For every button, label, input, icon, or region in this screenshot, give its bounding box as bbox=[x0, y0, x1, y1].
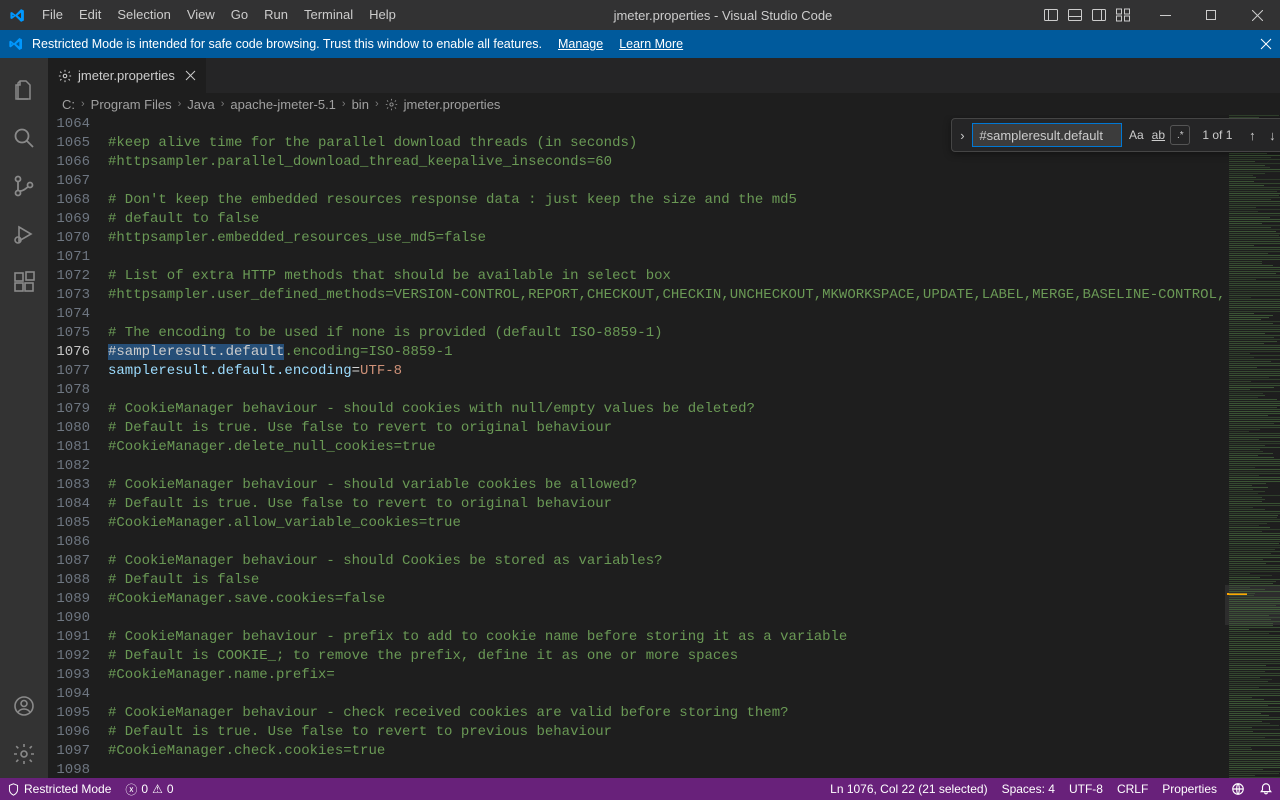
use-regex-icon[interactable]: .* bbox=[1170, 125, 1190, 145]
status-feedback-icon[interactable] bbox=[1224, 778, 1252, 800]
status-encoding[interactable]: UTF-8 bbox=[1062, 778, 1110, 800]
toggle-secondary-sidebar-icon[interactable] bbox=[1090, 6, 1108, 24]
find-widget: › Aa ab .* 1 of 1 ↑ ↓ ≡ bbox=[951, 118, 1280, 152]
status-eol[interactable]: CRLF bbox=[1110, 778, 1155, 800]
menubar: File Edit Selection View Go Run Terminal… bbox=[34, 0, 404, 30]
search-icon[interactable] bbox=[0, 114, 48, 162]
toggle-panel-icon[interactable] bbox=[1066, 6, 1084, 24]
vscode-icon bbox=[8, 36, 28, 52]
breadcrumbs[interactable]: C:› Program Files› Java› apache-jmeter-5… bbox=[48, 93, 1280, 115]
menu-view[interactable]: View bbox=[179, 0, 223, 30]
breadcrumb-part[interactable]: jmeter.properties bbox=[404, 97, 501, 112]
shield-icon bbox=[7, 783, 20, 796]
status-spaces[interactable]: Spaces: 4 bbox=[995, 778, 1062, 800]
extensions-icon[interactable] bbox=[0, 258, 48, 306]
find-results: 1 of 1 bbox=[1202, 128, 1232, 142]
code-editor[interactable]: #keep alive time for the parallel downlo… bbox=[108, 115, 1225, 778]
breadcrumb-part[interactable]: Program Files bbox=[91, 97, 172, 112]
status-restricted-mode[interactable]: Restricted Mode bbox=[0, 778, 118, 800]
menu-run[interactable]: Run bbox=[256, 0, 296, 30]
menu-help[interactable]: Help bbox=[361, 0, 404, 30]
customize-layout-icon[interactable] bbox=[1114, 6, 1132, 24]
menu-file[interactable]: File bbox=[34, 0, 71, 30]
editor-tabs: jmeter.properties ··· bbox=[48, 58, 1280, 93]
close-window-icon[interactable] bbox=[1234, 0, 1280, 30]
source-control-icon[interactable] bbox=[0, 162, 48, 210]
run-debug-icon[interactable] bbox=[0, 210, 48, 258]
match-case-icon[interactable]: Aa bbox=[1126, 125, 1146, 145]
minimap[interactable] bbox=[1225, 115, 1280, 778]
find-previous-icon[interactable]: ↑ bbox=[1242, 128, 1262, 143]
toggle-primary-sidebar-icon[interactable] bbox=[1042, 6, 1060, 24]
menu-selection[interactable]: Selection bbox=[109, 0, 178, 30]
status-problems[interactable]: ⓧ0 ⚠0 bbox=[118, 778, 180, 800]
warning-icon: ⚠ bbox=[152, 782, 163, 796]
find-next-icon[interactable]: ↓ bbox=[1262, 128, 1280, 143]
status-cursor[interactable]: Ln 1076, Col 22 (21 selected) bbox=[823, 778, 994, 800]
status-bell-icon[interactable] bbox=[1252, 778, 1280, 800]
window-title: jmeter.properties - Visual Studio Code bbox=[404, 8, 1042, 23]
banner-close-icon[interactable] bbox=[1260, 38, 1272, 50]
minimize-icon[interactable] bbox=[1142, 0, 1188, 30]
breadcrumb-part[interactable]: Java bbox=[187, 97, 214, 112]
restricted-mode-banner: Restricted Mode is intended for safe cod… bbox=[0, 30, 1280, 58]
error-icon: ⓧ bbox=[125, 781, 137, 798]
breadcrumb-part[interactable]: C: bbox=[62, 97, 75, 112]
gear-icon bbox=[385, 98, 398, 111]
status-language[interactable]: Properties bbox=[1155, 778, 1224, 800]
manage-icon[interactable] bbox=[0, 730, 48, 778]
line-gutter: 1064106510661067106810691070107110721073… bbox=[48, 115, 108, 778]
vscode-icon bbox=[0, 7, 34, 24]
banner-learn-more-link[interactable]: Learn More bbox=[619, 37, 683, 51]
breadcrumb-part[interactable]: bin bbox=[352, 97, 369, 112]
maximize-icon[interactable] bbox=[1188, 0, 1234, 30]
tab-label: jmeter.properties bbox=[78, 68, 175, 83]
menu-go[interactable]: Go bbox=[223, 0, 256, 30]
find-input[interactable] bbox=[972, 123, 1122, 147]
match-whole-word-icon[interactable]: ab bbox=[1148, 125, 1168, 145]
explorer-icon[interactable] bbox=[0, 66, 48, 114]
menu-terminal[interactable]: Terminal bbox=[296, 0, 361, 30]
accounts-icon[interactable] bbox=[0, 682, 48, 730]
gear-icon bbox=[58, 69, 72, 83]
tab-jmeter-properties[interactable]: jmeter.properties bbox=[48, 58, 207, 93]
banner-text: Restricted Mode is intended for safe cod… bbox=[32, 37, 542, 51]
breadcrumb-part[interactable]: apache-jmeter-5.1 bbox=[230, 97, 336, 112]
tab-close-icon[interactable] bbox=[185, 70, 196, 81]
activity-bar bbox=[0, 58, 48, 778]
menu-edit[interactable]: Edit bbox=[71, 0, 109, 30]
banner-manage-link[interactable]: Manage bbox=[558, 37, 603, 51]
find-expand-icon[interactable]: › bbox=[952, 128, 972, 143]
status-bar: Restricted Mode ⓧ0 ⚠0 Ln 1076, Col 22 (2… bbox=[0, 778, 1280, 800]
